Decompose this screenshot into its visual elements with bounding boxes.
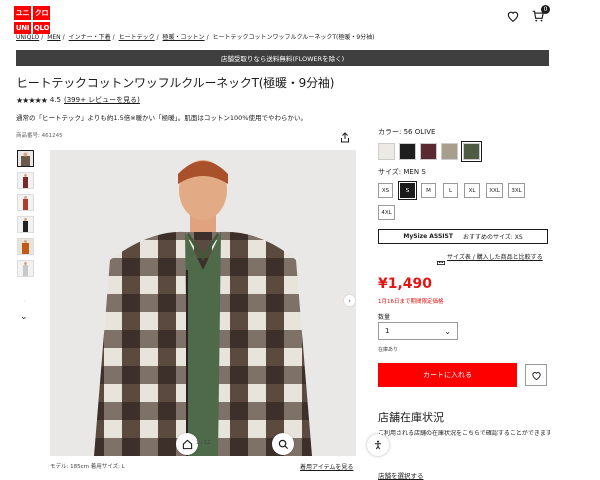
uniqlo-logo[interactable]: ユニ クロ UNI QLO [14,6,50,34]
product-number: 商品番号: 461245 [16,133,63,139]
product-main-image[interactable] [50,150,356,456]
mysize-recommendation: おすすめのサイズ: XS [462,234,523,241]
used-items-link[interactable]: 着用アイテムを見る [300,462,353,471]
size-option[interactable]: L [443,183,458,198]
thumbnail-more-indicator: · [23,297,26,306]
thumbnail[interactable] [17,194,34,211]
color-swatch[interactable] [461,141,482,162]
size-option[interactable]: XL [464,183,480,198]
size-option[interactable]: 4XL [378,205,395,220]
rating: ★★★★★ 4.5 (399+ レビューを見る) [16,95,140,105]
logo-cell: クロ [33,6,50,20]
next-image-button[interactable]: › [343,294,356,307]
image-counter: 1 / 12 [196,440,211,446]
favorite-button[interactable] [525,364,547,386]
chevron-down-icon: ⌄ [444,326,451,336]
size-option[interactable]: XXL [486,183,503,198]
size-value: MEN S [403,168,426,176]
cart-count-badge: 0 [541,5,550,14]
thumbnail[interactable] [17,260,34,277]
chevron-down-icon[interactable]: ⌄ [20,312,28,322]
quantity-value: 1 [385,327,390,335]
product-title: ヒートテックコットンワッフルクルーネックT(極暖・9分袖) [16,76,335,90]
quantity-label: 数量 [378,314,391,321]
thumbnail[interactable] [17,150,34,167]
zoom-icon[interactable] [272,433,294,455]
shipping-banner[interactable]: 店舗受取りなら送料無料(FLOWERを除く) [16,50,549,66]
quantity-select[interactable]: 1 ⌄ [378,322,458,340]
breadcrumb: UNIQLO / MEN / インナー・下着 / ヒートテック / 極暖・コットン / ヒ… [16,34,375,41]
home-icon[interactable] [176,433,198,455]
model-info: モデル: 185cm 着用サイズ: L [50,464,125,470]
color-swatch[interactable] [378,143,395,160]
breadcrumb-link[interactable]: MEN [47,34,60,41]
breadcrumb-link[interactable]: ヒートテック [119,34,155,41]
select-store-link[interactable]: 店舗を選択する [378,470,424,480]
mysize-label: MySize ASSIST [403,233,453,240]
breadcrumb-current: ヒートテックコットンワッフルクルーネックT(極暖・9分袖) [212,34,375,41]
heart-icon [531,371,541,380]
reviews-link[interactable]: (399+ レビューを見る) [64,95,140,105]
cart-icon[interactable]: 0 [531,5,550,24]
rating-value: 4.5 [49,96,61,104]
size-option[interactable]: XS [378,183,393,198]
thumbnail[interactable] [17,238,34,255]
breadcrumb-link[interactable]: 極暖・コットン [163,34,205,41]
promo-text: 1月16日まで期間限定価格 [378,299,444,305]
color-swatch[interactable] [399,143,416,160]
accessibility-icon[interactable] [367,434,389,456]
product-description: 通常の「ヒートテック」よりも約1.5倍※暖かい「極暖」。肌面はコットン100%使… [16,114,307,122]
size-label: サイズ: MEN S [378,167,426,177]
store-stock-description: ご利用される店舗の在庫状況をこちらで確認することができます。 [378,430,550,437]
share-icon[interactable] [340,128,350,147]
thumbnail[interactable] [17,172,34,189]
ruler-icon [437,252,445,271]
heart-icon[interactable] [506,8,522,24]
color-swatch[interactable] [420,143,437,160]
color-label-text: カラー: [378,128,402,136]
stock-status: 在庫あり [378,347,399,353]
breadcrumb-link[interactable]: インナー・下着 [69,34,111,41]
color-value: 56 OLIVE [403,128,436,136]
thumbnail[interactable] [17,216,34,233]
size-option[interactable]: S [398,181,417,200]
size-option[interactable]: 3XL [508,183,525,198]
size-option[interactable]: M [421,183,436,198]
logo-cell: ユニ [14,6,31,20]
store-stock-title: 店舗在庫状況 [378,411,444,424]
size-chart-link[interactable]: サイズ表 / 購入した商品と比較する [447,252,543,261]
price: ¥1,490 [378,276,433,292]
color-swatch[interactable] [441,143,458,160]
color-label: カラー: 56 OLIVE [378,127,435,137]
rating-stars: ★★★★★ [16,95,48,105]
mysize-assist-button[interactable]: MySize ASSIST おすすめのサイズ: XS [378,229,548,244]
breadcrumb-link[interactable]: UNIQLO [16,34,39,41]
add-to-cart-button[interactable]: カートに入れる [378,363,517,387]
size-label-text: サイズ: [378,168,402,176]
